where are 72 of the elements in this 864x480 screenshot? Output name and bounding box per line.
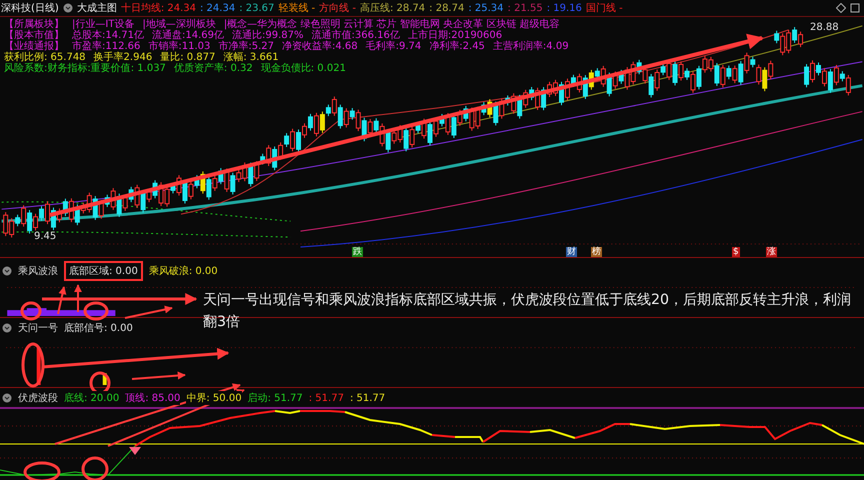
- info-text: 总股本:14.71亿: [72, 31, 144, 41]
- info-text: 量比: 0.877: [160, 53, 216, 63]
- info-text: 主营利润率:4.09: [492, 42, 569, 52]
- annotation-arrow: [132, 372, 186, 380]
- annotation-ring: [82, 456, 108, 480]
- annotation-ring: [24, 462, 60, 480]
- indicator-value: : 28.74: [429, 2, 464, 14]
- indicator-name: 大成主图: [76, 2, 117, 15]
- info-text: 毛利率:9.74: [366, 42, 422, 52]
- chevron-circle-icon[interactable]: [2, 266, 12, 276]
- indicator-value: 轻装线 -: [278, 2, 316, 15]
- signal-bar: [36, 348, 41, 386]
- indicator-value: : 25.34: [468, 2, 504, 14]
- annotation-ring: [22, 342, 44, 388]
- info-text: 换手率2.946: [94, 53, 152, 63]
- info-text: 流通市值:366.16亿: [312, 31, 400, 41]
- indicator-value: : 51.77: [308, 392, 344, 404]
- info-text: |行业—IT设备: [72, 20, 134, 30]
- info-text: |地域—深圳板块: [142, 20, 216, 30]
- indicator-value: 十日均线: 24.34: [120, 2, 196, 15]
- info-text: 风险系数:财务指标:重要价值: 1.037: [4, 64, 166, 74]
- indicator-value: : 21.55: [508, 2, 543, 14]
- indicator-value: 底线: 20.00: [64, 391, 120, 405]
- indicator-value: 高压线: 28.74: [360, 2, 426, 15]
- indicator-value: : 19.16: [546, 2, 582, 14]
- chart-title: 深科技(日线): [1, 2, 59, 15]
- panel-title: 天问一号: [18, 321, 58, 335]
- annotation-text: 天问一号出现信号和乘风波浪指标底部区域共振，伏虎波段位置低于底线20，后期底部反转主升浪，利润翻3倍: [203, 291, 852, 332]
- event-marker[interactable]: 涨: [766, 247, 777, 257]
- indicator-value: 底部信号: 0.00: [64, 321, 133, 335]
- event-marker[interactable]: 跌: [352, 247, 363, 257]
- info-text: 流通比:99.87%: [232, 31, 304, 41]
- indicator-value: 顶线: 85.00: [125, 391, 180, 405]
- info-text: 【业绩通报】: [4, 42, 64, 52]
- event-marker[interactable]: 榜: [591, 247, 602, 257]
- info-text: |概念—华为概念 绿色照明 云计算 芯片 智能电网 央企改革 区块链 超级电容: [224, 20, 560, 30]
- info-text: 优质资产率: 0.32: [174, 64, 253, 74]
- square-icon[interactable]: [850, 3, 860, 13]
- info-text: 获利比例: 65.748: [4, 53, 86, 63]
- indicator-value: 方向线 -: [319, 2, 356, 15]
- info-text: 市销率:11.03: [148, 42, 210, 52]
- chevron-circle-icon[interactable]: [62, 3, 73, 13]
- price-label: 28.88: [810, 22, 839, 33]
- info-text: 净利率:2.45: [429, 42, 485, 52]
- diamond-icon[interactable]: [836, 3, 846, 13]
- indicator-value: : 23.67: [239, 2, 274, 14]
- indicator-value: 乘风破浪: 0.00: [148, 264, 218, 278]
- info-text: 市盈率:112.66: [72, 42, 140, 52]
- info-text: 现金负债比: 0.021: [260, 64, 346, 74]
- info-text: 涨幅: 3.661: [223, 53, 279, 63]
- annotation-ring: [84, 302, 108, 320]
- info-text: 净资收益率:4.68: [282, 42, 358, 52]
- indicator-value: : 51.77: [350, 392, 386, 404]
- chevron-circle-icon[interactable]: [2, 323, 12, 333]
- info-text: 【所属板块】: [4, 20, 64, 30]
- indicator-value: 国门线 -: [586, 2, 623, 15]
- indicator-value: 中界: 50.00: [186, 391, 242, 405]
- event-marker[interactable]: 财: [566, 247, 577, 257]
- panel-title: 乘风波浪: [18, 264, 58, 278]
- annotation-ring: [20, 302, 42, 320]
- info-text: 上市日期:20190606: [408, 31, 502, 41]
- chevron-circle-icon[interactable]: [2, 393, 12, 403]
- info-text: 流通盘:14.69亿: [152, 31, 224, 41]
- price-label: 9.45: [34, 231, 56, 242]
- indicator-value: 启动: 51.77: [248, 391, 303, 405]
- indicator-value: : 24.34: [200, 2, 236, 14]
- info-text: 【股本市值】: [4, 31, 64, 41]
- panel-title: 伏虎波段: [18, 391, 58, 405]
- info-text: 市净率:5.27: [218, 42, 274, 52]
- event-marker[interactable]: $: [732, 247, 740, 257]
- signal-bar: [102, 373, 107, 386]
- highlighted-value: 底部区域: 0.00: [64, 261, 143, 281]
